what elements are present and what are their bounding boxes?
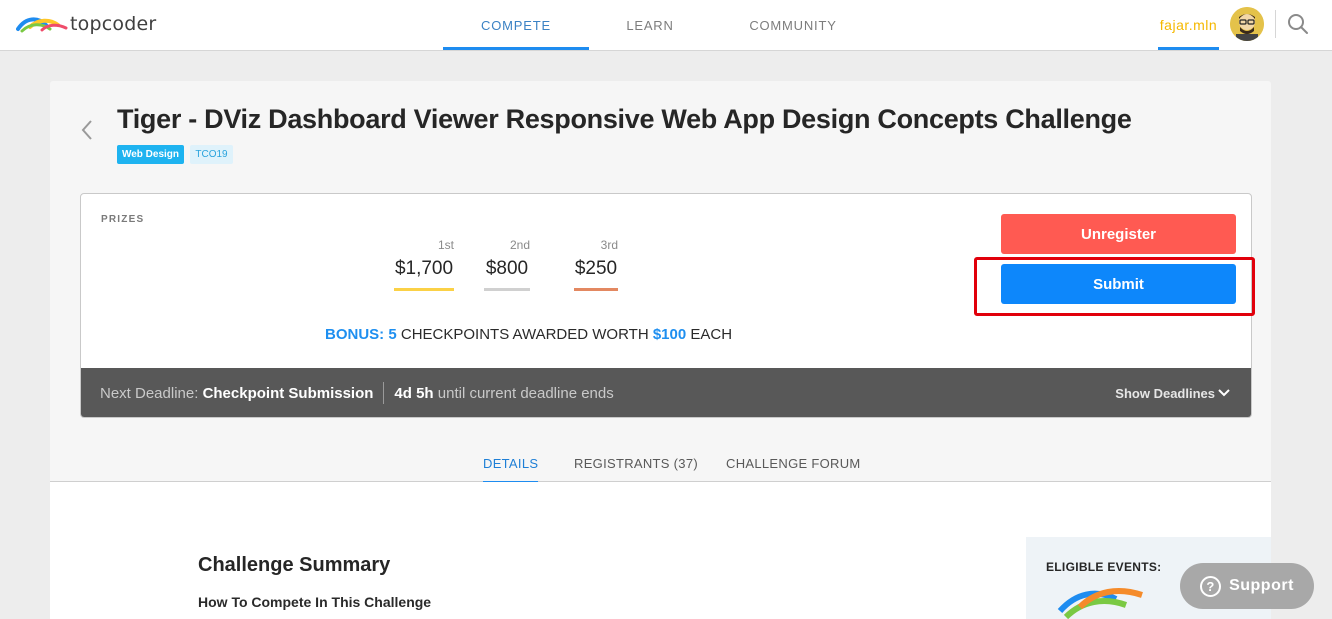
chevron-down-icon — [1218, 389, 1230, 397]
deadline-name: Checkpoint Submission — [202, 384, 374, 402]
help-icon: ? — [1200, 575, 1222, 597]
main-nav: COMPETE LEARN COMMUNITY — [443, 0, 875, 50]
how-to-compete-heading: How To Compete In This Challenge — [198, 594, 432, 610]
tag-tco19[interactable]: TCO19 — [190, 145, 233, 164]
deadline-bar: Next Deadline: Checkpoint Submission 4d … — [81, 368, 1251, 417]
bonus-label: BONUS: — [325, 326, 385, 343]
prize-amount: $1,700 — [394, 258, 454, 279]
bonus-text: CHECKPOINTS AWARDED WORTH — [400, 326, 649, 343]
nav-learn[interactable]: LEARN — [589, 0, 711, 50]
unregister-button[interactable]: Unregister — [1001, 214, 1236, 254]
prize-third: 3rd $250 — [574, 238, 618, 291]
challenge-tabs: DETAILS REGISTRANTS (37) CHALLENGE FORUM — [50, 446, 1271, 484]
prize-bar-bronze — [574, 288, 618, 291]
eligible-events-label: ELIGIBLE EVENTS: — [1046, 560, 1162, 574]
prize-place: 2nd — [509, 238, 530, 252]
support-label: Support — [1229, 577, 1294, 594]
support-button[interactable]: ? Support — [1180, 563, 1314, 609]
search-icon[interactable] — [1287, 13, 1309, 35]
prize-amount: $250 — [574, 258, 618, 279]
avatar[interactable] — [1230, 7, 1264, 41]
tco-event-logo-icon[interactable] — [1056, 581, 1146, 619]
challenge-summary-title: Challenge Summary — [198, 554, 391, 576]
bonus-count: 5 — [388, 326, 397, 343]
back-chevron-icon[interactable] — [79, 118, 95, 142]
bonus-suffix: EACH — [690, 326, 733, 343]
nav-community[interactable]: COMMUNITY — [711, 0, 875, 50]
deadline-prefix: Next Deadline: — [100, 384, 199, 402]
prize-place: 3rd — [600, 238, 618, 252]
tab-details[interactable]: DETAILS — [483, 456, 539, 484]
deadline-suffix: until current deadline ends — [437, 384, 614, 402]
top-header: topcoder COMPETE LEARN COMMUNITY fajar.m… — [0, 0, 1332, 51]
username-link[interactable]: fajar.mln — [1158, 0, 1219, 50]
show-deadlines-label: Show Deadlines — [1115, 385, 1215, 401]
nav-compete[interactable]: COMPETE — [443, 0, 589, 50]
submit-highlight-annotation — [974, 257, 1255, 316]
topcoder-logo-icon — [16, 17, 68, 33]
prize-amount: $800 — [485, 258, 529, 279]
tab-challenge-forum[interactable]: CHALLENGE FORUM — [726, 456, 861, 482]
prize-bar-silver — [484, 288, 530, 291]
avatar-icon — [1230, 7, 1264, 41]
prize-bar-gold — [394, 288, 454, 291]
prize-first: 1st $1,700 — [394, 238, 454, 291]
show-deadlines-toggle[interactable]: Show Deadlines — [1115, 368, 1231, 417]
topcoder-logo[interactable]: topcoder — [16, 11, 156, 37]
bonus-amount: $100 — [652, 326, 687, 343]
prize-place: 1st — [437, 238, 454, 252]
deadline-time: 4d 5h — [394, 384, 434, 402]
deadline-separator — [383, 382, 385, 404]
challenge-title: Tiger - DViz Dashboard Viewer Responsive… — [117, 104, 1132, 134]
tab-registrants[interactable]: REGISTRANTS (37) — [574, 456, 698, 482]
tag-web-design[interactable]: Web Design — [117, 145, 184, 164]
header-divider — [1275, 10, 1276, 38]
logo-text: topcoder — [70, 13, 157, 35]
bonus-line: BONUS: 5 CHECKPOINTS AWARDED WORTH $100 … — [325, 326, 732, 343]
prizes-label: PRIZES — [101, 214, 145, 225]
prize-second: 2nd $800 — [484, 238, 530, 291]
